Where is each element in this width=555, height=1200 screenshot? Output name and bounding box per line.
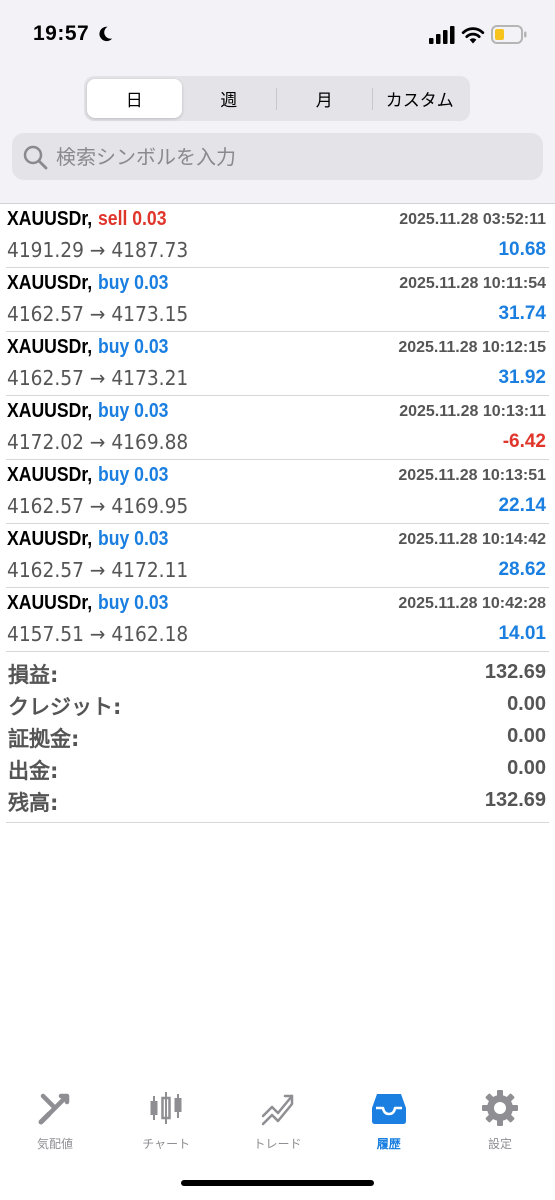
tab-label: トレード <box>253 1137 302 1151</box>
trade-time: 2025.11.28 10:14:42 <box>398 531 546 548</box>
summary-row: 証拠金: 0.00 <box>6 720 549 752</box>
trade-prices: 4157.51 → 4162.18 <box>7 622 189 646</box>
trade-side: buy 0.03 <box>98 528 169 550</box>
trade-time: 2025.11.28 03:52:11 <box>399 211 546 228</box>
trade-side: buy 0.03 <box>98 464 169 486</box>
summary-label: 残高: <box>8 791 59 815</box>
trade-row[interactable]: XAUUSDr, buy 0.03 2025.11.28 10:13:51 4162.… <box>6 460 549 524</box>
settings-icon <box>482 1090 518 1126</box>
trade-profit: 31.74 <box>498 303 546 324</box>
trade-symbol: XAUUSDr, <box>7 400 93 422</box>
trade-row[interactable]: XAUUSDr, buy 0.03 2025.11.28 10:12:15 4162.… <box>6 332 549 396</box>
trade-time: 2025.11.28 10:11:54 <box>399 275 546 292</box>
trade-prices: 4162.57 → 4172.11 <box>7 558 189 582</box>
tab-label: チャート <box>142 1137 191 1151</box>
tab-label: 設定 <box>487 1137 512 1151</box>
summary-label: 証拠金: <box>8 727 80 751</box>
trade-profit: -6.42 <box>502 431 546 452</box>
trade-side: buy 0.03 <box>98 336 169 358</box>
search-bar[interactable] <box>12 133 543 180</box>
quotes-icon <box>38 1093 70 1125</box>
summary-row: クレジット: 0.00 <box>6 688 549 720</box>
summary-label: クレジット: <box>8 695 122 719</box>
trade-prices: 4162.57 → 4169.95 <box>7 494 189 518</box>
trade-row[interactable]: XAUUSDr, buy 0.03 2025.11.28 10:11:54 4162.… <box>6 268 549 332</box>
trade-row[interactable]: XAUUSDr, buy 0.03 2025.11.28 10:13:11 4172.… <box>6 396 549 460</box>
summary-value: 0.00 <box>507 693 546 715</box>
tab-quotes[interactable]: 気配値 <box>20 1084 90 1200</box>
trade-profit: 22.14 <box>498 495 546 516</box>
tab-settings[interactable]: 設定 <box>465 1084 535 1200</box>
trade-symbol: XAUUSDr, <box>7 464 93 486</box>
summary-value: 132.69 <box>484 661 546 683</box>
trade-side: sell 0.03 <box>98 208 167 230</box>
signal-icon <box>429 26 455 44</box>
summary-row: 残高: 132.69 <box>6 784 549 816</box>
tab-label: 気配値 <box>36 1137 73 1151</box>
trade-profit: 10.68 <box>498 239 546 260</box>
summary-value: 132.69 <box>484 789 546 811</box>
period-segmented-control: 日 週 月 カスタム <box>84 76 470 121</box>
trade-prices: 4162.57 → 4173.21 <box>7 366 189 390</box>
summary-row: 損益: 132.69 <box>6 656 549 688</box>
trade-prices: 4191.29 → 4187.73 <box>7 238 189 262</box>
segment-day[interactable]: 日 <box>87 79 182 118</box>
tab-label: 履歴 <box>376 1137 401 1151</box>
segment-week[interactable]: 週 <box>182 79 277 118</box>
trade-profit: 28.62 <box>498 559 546 580</box>
summary-label: 損益: <box>8 663 59 687</box>
summary-value: 0.00 <box>507 725 546 747</box>
battery-icon <box>491 25 527 44</box>
trade-side: buy 0.03 <box>98 272 169 294</box>
trade-prices: 4162.57 → 4173.15 <box>7 302 189 326</box>
trade-symbol: XAUUSDr, <box>7 272 93 294</box>
trade-side: buy 0.03 <box>98 592 169 614</box>
summary-value: 0.00 <box>507 757 546 779</box>
trade-time: 2025.11.28 10:42:28 <box>398 595 546 612</box>
segment-custom[interactable]: カスタム <box>373 79 468 118</box>
trade-history-list: XAUUSDr, sell 0.03 2025.11.28 03:52:11 4191… <box>0 204 555 652</box>
trade-row[interactable]: XAUUSDr, buy 0.03 2025.11.28 10:14:42 4162.… <box>6 524 549 588</box>
trade-row[interactable]: XAUUSDr, sell 0.03 2025.11.28 03:52:11 4191… <box>6 204 549 268</box>
trade-time: 2025.11.28 10:13:11 <box>399 403 546 420</box>
trade-time: 2025.11.28 10:12:15 <box>398 339 546 356</box>
home-indicator <box>181 1180 374 1186</box>
search-icon <box>23 145 48 169</box>
trade-side: buy 0.03 <box>98 400 169 422</box>
trade-symbol: XAUUSDr, <box>7 336 93 358</box>
summary-label: 出金: <box>8 759 59 783</box>
trade-symbol: XAUUSDr, <box>7 592 93 614</box>
trade-icon <box>261 1094 293 1126</box>
trade-prices: 4172.02 → 4169.88 <box>7 430 189 454</box>
wifi-icon <box>461 27 485 44</box>
trade-symbol: XAUUSDr, <box>7 528 93 550</box>
chart-icon <box>150 1092 182 1124</box>
trade-profit: 31.92 <box>498 367 546 388</box>
header-area: 19:57 日 週 月 カスタム <box>0 0 555 204</box>
trade-symbol: XAUUSDr, <box>7 208 93 230</box>
summary-row: 出金: 0.00 <box>6 752 549 784</box>
search-input[interactable] <box>56 144 516 169</box>
moon-icon <box>99 26 113 42</box>
account-summary: 損益: 132.69 クレジット: 0.00 証拠金: 0.00 出金: 0.00 残高: 132… <box>6 656 549 823</box>
segment-month[interactable]: 月 <box>277 79 372 118</box>
trade-row[interactable]: XAUUSDr, buy 0.03 2025.11.28 10:42:28 4157.… <box>6 588 549 652</box>
trade-profit: 14.01 <box>498 623 546 644</box>
status-time: 19:57 <box>33 22 90 45</box>
history-icon <box>371 1094 406 1124</box>
trade-time: 2025.11.28 10:13:51 <box>398 467 546 484</box>
